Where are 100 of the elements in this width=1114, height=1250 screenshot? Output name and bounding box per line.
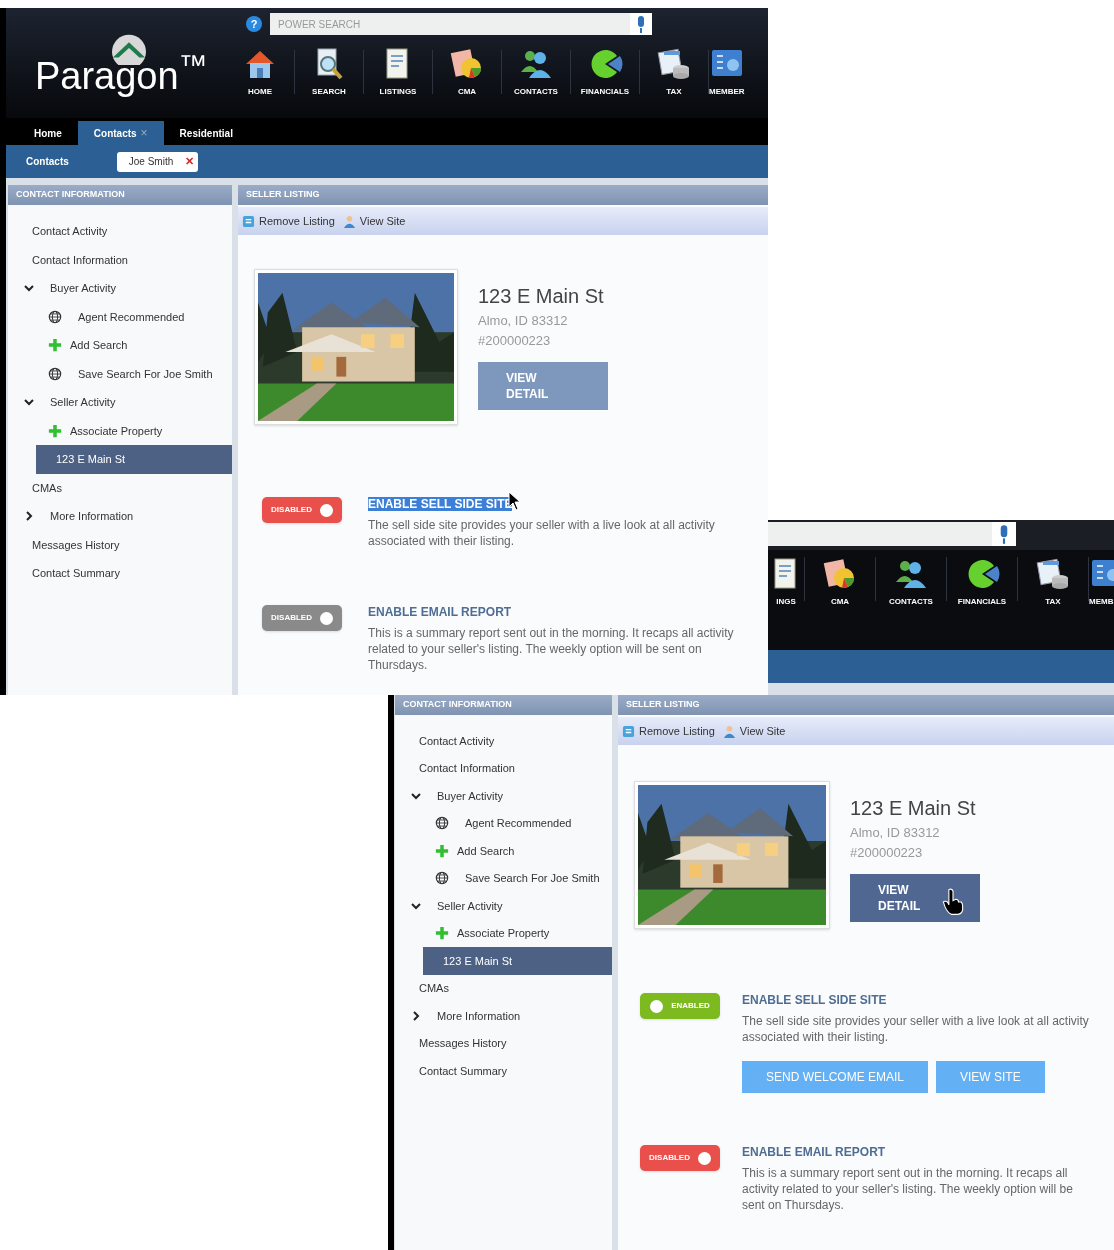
toolbar-link[interactable]: View Site xyxy=(359,212,406,230)
globe-icon xyxy=(48,309,62,324)
sidebar-item[interactable]: Contact Summary xyxy=(8,559,232,588)
documents-coins-icon xyxy=(1035,556,1071,592)
toggle-switch[interactable]: DISABLED xyxy=(262,497,342,523)
microphone-icon[interactable] xyxy=(992,522,1016,546)
plus-icon xyxy=(48,423,62,438)
sidebar-item[interactable]: Save Search For Joe Smith xyxy=(8,359,232,388)
listing-city: Almo, ID 83312 xyxy=(850,824,941,842)
chevron-down-icon xyxy=(24,283,34,294)
feature-title: ENABLE SELL SIDE SITE xyxy=(742,993,887,1007)
toolbar-link[interactable]: View Site xyxy=(739,722,786,740)
nav-link[interactable]: CONTACTS xyxy=(514,86,558,98)
sidebar-item[interactable]: Associate Property xyxy=(8,416,232,445)
listing-number: #200000223 xyxy=(478,331,552,350)
sidebar-item[interactable]: Seller Activity xyxy=(8,388,232,417)
nav-link[interactable]: MEMB xyxy=(1089,596,1114,608)
person-icon xyxy=(342,214,356,228)
globe-icon xyxy=(48,366,62,381)
sidebar-item[interactable]: More Information xyxy=(395,1002,612,1030)
sidebar-item[interactable]: Contact Summary xyxy=(395,1057,612,1085)
chevron-right-icon xyxy=(411,1010,421,1021)
nav-link[interactable]: HOME xyxy=(248,86,272,98)
listing-address: 123 E Main St xyxy=(478,284,605,309)
person-icon xyxy=(722,724,736,738)
nav-link[interactable]: MEMBER xyxy=(709,86,745,98)
chevron-down-icon xyxy=(411,790,421,801)
listing-number: #200000223 xyxy=(850,843,924,862)
sidebar-item[interactable]: Agent Recommended xyxy=(8,302,232,331)
sidebar-item[interactable]: More Information xyxy=(8,502,232,531)
nav-link[interactable]: LISTINGS xyxy=(379,86,417,98)
nav-link[interactable]: FINANCIALS xyxy=(957,596,1007,608)
nav-link[interactable]: CONTACTS xyxy=(889,596,933,608)
search-field[interactable]: POWER SEARCH xyxy=(270,13,630,35)
chevron-down-icon xyxy=(411,900,421,911)
sidebar-item[interactable]: Messages History xyxy=(8,530,232,559)
nav-link[interactable]: CMA xyxy=(457,86,477,98)
globe-icon xyxy=(435,871,449,886)
toggle-knob xyxy=(697,1151,711,1165)
nav-link[interactable]: TAX xyxy=(666,86,682,98)
feature-description: The sell side site provides your seller with a live look at all activity associated with their listing. xyxy=(368,517,716,549)
chevron-down-icon xyxy=(24,397,34,408)
nav-link[interactable]: TAX xyxy=(1045,596,1061,608)
help-icon[interactable]: ? xyxy=(246,16,262,32)
sidebar-item[interactable]: Contact Information xyxy=(395,754,612,782)
tab[interactable]: Residential xyxy=(163,121,249,145)
microphone-icon[interactable] xyxy=(630,13,652,35)
listing-city: Almo, ID 83312 xyxy=(478,312,569,330)
logo: Paragon$^{™}$ xyxy=(34,57,208,95)
nav-link[interactable]: FINANCIALS xyxy=(580,86,630,98)
documents-coins-icon xyxy=(656,46,692,82)
sidebar-item[interactable]: Messages History xyxy=(395,1029,612,1057)
nav-link[interactable]: CMA xyxy=(830,596,850,608)
toggle-knob xyxy=(319,611,333,625)
plus-icon xyxy=(435,843,449,858)
panel-header: CONTACT INFORMATION xyxy=(8,185,232,205)
hand-cursor-icon xyxy=(942,888,964,916)
contact-chip[interactable]: Joe Smith ✕ xyxy=(116,151,199,172)
view-detail-button[interactable]: VIEW DETAIL xyxy=(850,874,980,922)
sidebar-item[interactable]: Buyer Activity xyxy=(395,782,612,810)
sidebar-item[interactable]: Add Search xyxy=(395,837,612,865)
sidebar-item[interactable]: CMAs xyxy=(395,974,612,1002)
tab[interactable]: Contacts × xyxy=(77,121,164,145)
listing-address: 123 E Main St xyxy=(850,796,977,821)
sidebar-item[interactable]: Seller Activity xyxy=(395,892,612,920)
sidebar-item[interactable]: CMAs xyxy=(8,473,232,502)
sidebar-item[interactable]: 123 E Main St xyxy=(423,947,612,975)
document-icon xyxy=(622,724,635,738)
globe-icon xyxy=(435,816,449,831)
sidebar-item[interactable]: Agent Recommended xyxy=(395,809,612,837)
sidebar-item[interactable]: Contact Activity xyxy=(8,217,232,246)
toggle-switch[interactable]: DISABLED xyxy=(640,1145,720,1171)
plus-icon xyxy=(48,338,62,353)
sidebar-item[interactable]: Buyer Activity xyxy=(8,274,232,303)
feature-description: This is a summary report sent out in the morning. It recaps all activity related to your seller's listing. The weekly option will be sent on Thursdays. xyxy=(368,625,735,673)
panel-header: SELLER LISTING xyxy=(618,695,1114,715)
feature-title: ENABLE EMAIL REPORT xyxy=(368,605,512,619)
sub-bar-title: Contacts xyxy=(26,155,69,169)
panel-header: CONTACT INFORMATION xyxy=(395,695,612,715)
toolbar-link[interactable]: Remove Listing xyxy=(259,212,335,230)
sidebar-item[interactable]: Add Search xyxy=(8,331,232,360)
sidebar-item[interactable]: Save Search For Joe Smith xyxy=(395,864,612,892)
search-field[interactable] xyxy=(768,522,1016,546)
sidebar-item[interactable]: Associate Property xyxy=(395,919,612,947)
nav-link[interactable]: INGS xyxy=(776,596,796,608)
panel-header: SELLER LISTING xyxy=(238,185,768,205)
nav-link[interactable]: SEARCH xyxy=(312,86,346,98)
plus-icon xyxy=(435,926,449,941)
feature-title: ENABLE EMAIL REPORT xyxy=(742,1145,886,1159)
sidebar-item[interactable]: Contact Information xyxy=(8,245,232,274)
chevron-right-icon xyxy=(24,511,34,522)
document-icon xyxy=(242,214,255,228)
close-icon[interactable]: ✕ xyxy=(185,153,195,170)
tab[interactable]: Home xyxy=(18,121,78,145)
sidebar-item[interactable]: Contact Activity xyxy=(395,727,612,755)
sidebar-item[interactable]: 123 E Main St xyxy=(36,445,232,474)
toolbar-link[interactable]: Remove Listing xyxy=(639,722,715,740)
toggle-knob xyxy=(650,999,664,1013)
feature-description: The sell side site provides your seller with a live look at all activity associated with their listing. xyxy=(742,1013,1090,1045)
toggle-knob xyxy=(319,503,333,517)
